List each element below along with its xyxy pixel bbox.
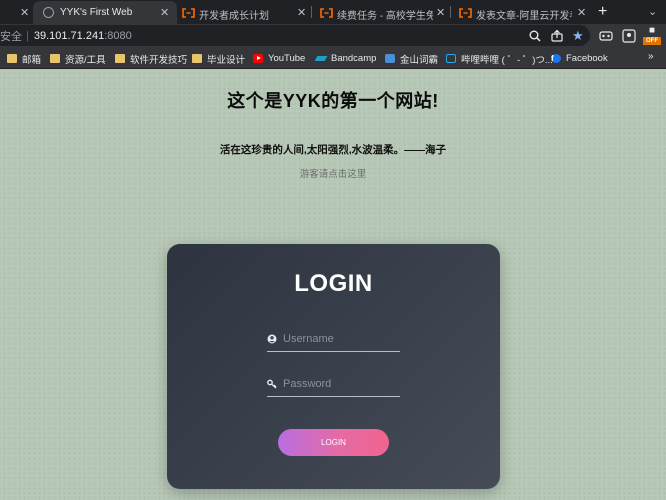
extension-icon[interactable] — [599, 29, 613, 43]
bookmark-kingsoft[interactable]: 金山词霸 — [385, 52, 439, 66]
tab-title: 开发者成长计划 — [199, 11, 269, 22]
address-host: 39.101.71.241 — [33, 29, 105, 42]
bookmark-star-icon[interactable]: ★ — [572, 28, 584, 44]
tab-title: 续费任务 - 高校学生免费 — [337, 11, 433, 22]
bookmark-dev-tips[interactable]: 软件开发技巧 — [115, 52, 188, 66]
facebook-icon: f — [551, 54, 561, 63]
tab-title: 发表文章-阿里云开发者社 — [476, 11, 572, 22]
new-tab-button[interactable]: + — [598, 3, 607, 21]
tab-close-icon[interactable]: ✕ — [436, 6, 445, 19]
bookmark-mail[interactable]: 邮箱 — [7, 52, 42, 66]
quote-text: 活在这珍贵的人间,太阳强烈,水波温柔。——海子 — [219, 144, 447, 156]
password-field — [267, 373, 400, 397]
more-bookmarks-icon[interactable]: » — [648, 51, 654, 62]
zoom-search-icon[interactable] — [528, 29, 542, 43]
bookmark-label: 哔哩哔哩 ( ゜- ゜)つ... — [461, 54, 553, 66]
bookmark-label: 邮箱 — [22, 54, 42, 66]
address-divider: | — [26, 29, 29, 42]
bookmark-label: 软件开发技巧 — [130, 54, 188, 66]
tab-renewal-task[interactable]: 续费任务 - 高校学生免费 ✕ — [312, 1, 449, 24]
tab-yyk-first-web[interactable]: YYK's First Web ✕ — [33, 1, 177, 24]
bookmark-label: YouTube — [268, 53, 306, 64]
bilibili-icon — [446, 54, 456, 63]
password-input[interactable] — [283, 373, 398, 395]
username-input[interactable] — [283, 328, 398, 350]
kingsoft-icon — [385, 54, 395, 63]
tab-title: YYK's First Web — [60, 7, 133, 18]
bookmark-graduation-design[interactable]: 毕业设计 — [192, 52, 246, 66]
bookmark-bandcamp[interactable]: Bandcamp — [316, 52, 376, 65]
bookmark-label: Bandcamp — [331, 53, 377, 64]
globe-icon — [43, 7, 54, 18]
bookmark-resources-tools[interactable]: 资源/工具 — [50, 52, 106, 66]
tab-close-icon[interactable]: ✕ — [297, 6, 306, 19]
bookmark-label: 毕业设计 — [207, 54, 246, 66]
badge-off-label: OFF — [643, 37, 661, 45]
page-title: 这个是YYK的第一个网站! — [227, 91, 439, 111]
tab-strip: ✕ YYK's First Web ✕ 开发者成长计划 ✕ 续费任务 - 高校学… — [0, 0, 666, 24]
folder-icon — [192, 54, 202, 63]
username-field — [267, 328, 400, 352]
aliyun-icon — [459, 8, 472, 18]
tab-publish-article[interactable]: 发表文章-阿里云开发者社 ✕ — [451, 1, 591, 24]
tab-search-chevron-icon[interactable]: ⌄ — [648, 5, 657, 18]
bookmark-label: 资源/工具 — [65, 54, 106, 66]
aliyun-icon — [182, 8, 195, 18]
login-card: LOGIN LOGIN — [167, 244, 500, 489]
profile-icon[interactable] — [622, 29, 636, 43]
browser-toolbar: 安全 | 39.101.71.241 :8080 ★ OFF — [0, 24, 666, 48]
extension-off-badge[interactable]: OFF — [643, 27, 661, 45]
folder-icon — [7, 54, 17, 63]
address-port: :8080 — [104, 29, 132, 42]
bookmarks-bar: 邮箱 资源/工具 软件开发技巧 毕业设计 YouTube Bandcamp 金山… — [0, 48, 666, 69]
bookmark-label: Facebook — [566, 53, 608, 64]
folder-icon — [50, 54, 60, 63]
tab-close-icon[interactable]: ✕ — [160, 6, 169, 19]
close-icon[interactable]: ✕ — [20, 6, 29, 19]
address-bar[interactable]: 安全 | 39.101.71.241 :8080 ★ — [0, 25, 590, 46]
folder-icon — [115, 54, 125, 63]
bookmark-label: 金山词霸 — [400, 54, 439, 66]
user-icon — [267, 334, 277, 344]
share-icon[interactable] — [550, 29, 564, 43]
bandcamp-icon — [316, 54, 326, 63]
aliyun-icon — [320, 8, 333, 18]
page-content: 这个是YYK的第一个网站! 活在这珍贵的人间,太阳强烈,水波温柔。——海子 游客… — [0, 69, 666, 500]
security-label[interactable]: 安全 — [0, 28, 22, 44]
login-title: LOGIN — [294, 270, 373, 297]
bookmark-facebook[interactable]: f Facebook — [551, 52, 608, 65]
bookmark-bilibili[interactable]: 哔哩哔哩 ( ゜- ゜)つ... — [446, 52, 553, 66]
bookmark-youtube[interactable]: YouTube — [253, 52, 305, 65]
guest-link[interactable]: 游客请点击这里 — [0, 166, 666, 180]
youtube-icon — [253, 54, 263, 63]
tab-developer-growth[interactable]: 开发者成长计划 ✕ — [177, 1, 311, 24]
tab-close-icon[interactable]: ✕ — [577, 6, 586, 19]
key-icon — [267, 379, 277, 389]
login-button[interactable]: LOGIN — [278, 429, 389, 456]
